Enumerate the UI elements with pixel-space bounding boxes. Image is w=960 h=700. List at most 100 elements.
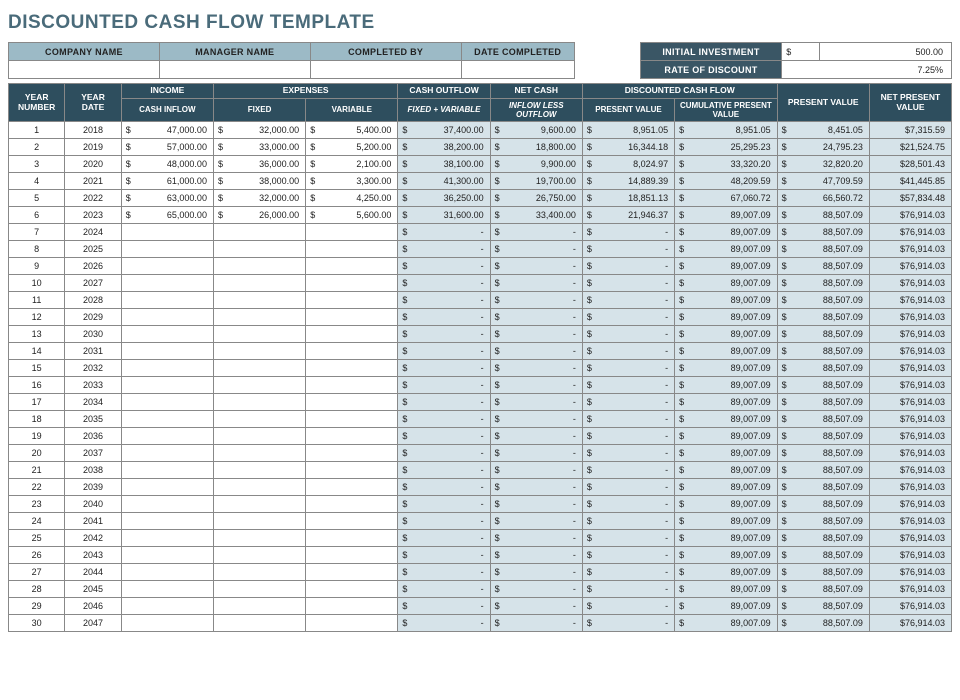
- cell-variable[interactable]: $2,100.00: [306, 156, 398, 173]
- cell-fixed[interactable]: [213, 496, 305, 513]
- cell-variable[interactable]: [306, 292, 398, 309]
- cell-fixed[interactable]: [213, 343, 305, 360]
- cell-variable[interactable]: [306, 241, 398, 258]
- cell-cpv: $89,007.09: [675, 547, 778, 564]
- cell-cash-inflow[interactable]: $61,000.00: [121, 173, 213, 190]
- rate-val[interactable]: 7.25%: [782, 61, 952, 79]
- company-input[interactable]: [9, 61, 160, 79]
- cell-cash-inflow[interactable]: [121, 530, 213, 547]
- cell-cash-inflow[interactable]: [121, 343, 213, 360]
- cell-fixed[interactable]: [213, 377, 305, 394]
- cell-cash-inflow[interactable]: [121, 309, 213, 326]
- cell-fixed[interactable]: $36,000.00: [213, 156, 305, 173]
- cell-variable[interactable]: [306, 530, 398, 547]
- cell-fixed[interactable]: [213, 513, 305, 530]
- cell-fixed[interactable]: [213, 445, 305, 462]
- cell-fixed[interactable]: [213, 326, 305, 343]
- cell-cash-inflow[interactable]: [121, 564, 213, 581]
- cell-variable[interactable]: [306, 428, 398, 445]
- cell-fixed[interactable]: [213, 411, 305, 428]
- cell-variable[interactable]: [306, 615, 398, 632]
- cell-variable[interactable]: [306, 581, 398, 598]
- cell-fixed[interactable]: $26,000.00: [213, 207, 305, 224]
- cell-variable[interactable]: [306, 564, 398, 581]
- cell-cash-inflow[interactable]: [121, 241, 213, 258]
- cell-cash-inflow[interactable]: [121, 615, 213, 632]
- cell-fixed[interactable]: [213, 224, 305, 241]
- cell-fixed[interactable]: [213, 394, 305, 411]
- cell-variable[interactable]: [306, 547, 398, 564]
- cell-cash-inflow[interactable]: [121, 258, 213, 275]
- cell-fixed[interactable]: [213, 292, 305, 309]
- cell-cash-inflow[interactable]: [121, 275, 213, 292]
- cell-variable[interactable]: [306, 326, 398, 343]
- cell-cash-inflow[interactable]: [121, 598, 213, 615]
- cell-cash-inflow[interactable]: [121, 394, 213, 411]
- cell-variable[interactable]: [306, 275, 398, 292]
- initial-inv-val[interactable]: 500.00: [819, 43, 951, 61]
- cell-cash-inflow[interactable]: [121, 479, 213, 496]
- cell-fixed[interactable]: [213, 462, 305, 479]
- cell-variable[interactable]: $5,600.00: [306, 207, 398, 224]
- cell-variable[interactable]: [306, 343, 398, 360]
- cell-cash-inflow[interactable]: [121, 445, 213, 462]
- cell-fixed[interactable]: $32,000.00: [213, 190, 305, 207]
- cell-cash-inflow[interactable]: $47,000.00: [121, 122, 213, 139]
- cell-variable[interactable]: $5,200.00: [306, 139, 398, 156]
- cell-cash-inflow[interactable]: [121, 411, 213, 428]
- cell-fixed[interactable]: [213, 547, 305, 564]
- cell-fixed[interactable]: [213, 530, 305, 547]
- cell-cash-inflow[interactable]: $63,000.00: [121, 190, 213, 207]
- cell-fixed[interactable]: $32,000.00: [213, 122, 305, 139]
- cell-variable[interactable]: [306, 377, 398, 394]
- cell-year-num: 18: [9, 411, 65, 428]
- cell-variable[interactable]: [306, 360, 398, 377]
- cell-cash-inflow[interactable]: [121, 581, 213, 598]
- cell-variable[interactable]: [306, 309, 398, 326]
- cell-variable[interactable]: $4,250.00: [306, 190, 398, 207]
- cell-cash-inflow[interactable]: [121, 462, 213, 479]
- cell-cash-inflow[interactable]: [121, 377, 213, 394]
- manager-input[interactable]: [159, 61, 310, 79]
- cell-fixed[interactable]: [213, 564, 305, 581]
- cell-fixed[interactable]: $38,000.00: [213, 173, 305, 190]
- cell-variable[interactable]: [306, 394, 398, 411]
- cell-cash-inflow[interactable]: $57,000.00: [121, 139, 213, 156]
- cell-fixed[interactable]: [213, 360, 305, 377]
- cell-fixed[interactable]: [213, 598, 305, 615]
- cell-fixed[interactable]: [213, 275, 305, 292]
- cell-cash-inflow[interactable]: [121, 224, 213, 241]
- cell-fixed[interactable]: [213, 428, 305, 445]
- cell-cash-inflow[interactable]: [121, 513, 213, 530]
- completed-input[interactable]: [310, 61, 461, 79]
- cell-variable[interactable]: [306, 479, 398, 496]
- cell-variable[interactable]: [306, 513, 398, 530]
- cell-cash-inflow[interactable]: [121, 326, 213, 343]
- cell-variable[interactable]: [306, 445, 398, 462]
- cell-cash-inflow[interactable]: $48,000.00: [121, 156, 213, 173]
- cell-cash-inflow[interactable]: [121, 428, 213, 445]
- cell-fixed[interactable]: $33,000.00: [213, 139, 305, 156]
- cell-variable[interactable]: $5,400.00: [306, 122, 398, 139]
- cell-variable[interactable]: [306, 462, 398, 479]
- cell-variable[interactable]: $3,300.00: [306, 173, 398, 190]
- cell-fixed[interactable]: [213, 581, 305, 598]
- cell-pv: $-: [582, 360, 674, 377]
- cell-variable[interactable]: [306, 598, 398, 615]
- cell-fixed[interactable]: [213, 479, 305, 496]
- cell-fixed[interactable]: [213, 309, 305, 326]
- cell-variable[interactable]: [306, 258, 398, 275]
- cell-fixed[interactable]: [213, 241, 305, 258]
- cell-variable[interactable]: [306, 496, 398, 513]
- date-input[interactable]: [461, 61, 574, 79]
- cell-fixed[interactable]: [213, 258, 305, 275]
- cell-fixed[interactable]: [213, 615, 305, 632]
- cell-cash-inflow[interactable]: $65,000.00: [121, 207, 213, 224]
- cell-variable[interactable]: [306, 224, 398, 241]
- cell-cash-inflow[interactable]: [121, 547, 213, 564]
- cell-cash-inflow[interactable]: [121, 496, 213, 513]
- cell-cash-inflow[interactable]: [121, 292, 213, 309]
- cell-cash-inflow[interactable]: [121, 360, 213, 377]
- cell-netcash: $-: [490, 445, 582, 462]
- cell-variable[interactable]: [306, 411, 398, 428]
